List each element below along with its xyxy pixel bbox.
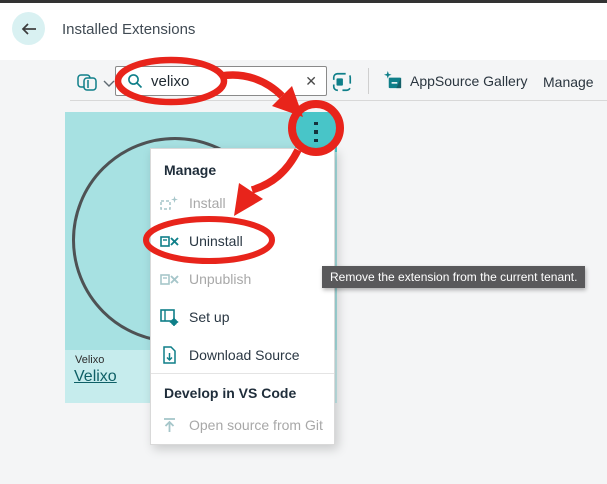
card-ellipsis-button[interactable] [295, 112, 337, 152]
appsource-gallery-button[interactable]: AppSource Gallery [384, 71, 528, 90]
menu-item-uninstall[interactable]: Uninstall [160, 231, 243, 251]
appsource-gallery-label: AppSource Gallery [410, 73, 528, 89]
search-input[interactable] [151, 73, 291, 90]
focus-mode-button[interactable] [329, 69, 354, 94]
menu-section-manage: Manage [164, 162, 216, 178]
menu-item-label: Uninstall [189, 233, 243, 249]
extension-name-link[interactable]: Velixo [74, 368, 117, 386]
toolbar-separator [368, 68, 369, 94]
toolbar-divider [70, 100, 607, 101]
view-selector-button[interactable] [76, 73, 115, 93]
menu-item-label: Unpublish [189, 271, 251, 287]
page-title: Installed Extensions [62, 21, 195, 38]
menu-item-open-source-from-git: Open source from Git [160, 415, 323, 435]
clear-search-icon[interactable]: ✕ [305, 73, 317, 90]
uninstall-tooltip: Remove the extension from the current te… [322, 266, 585, 288]
publisher-label: Velixo [75, 354, 104, 366]
card-context-menu: Manage Install Uninstall [150, 148, 335, 445]
menu-separator [151, 373, 334, 374]
chevron-down-icon [103, 80, 115, 87]
menu-item-unpublish: Unpublish [160, 269, 251, 289]
back-button[interactable] [12, 12, 45, 45]
unpublish-icon [160, 271, 179, 287]
back-arrow-icon [19, 20, 39, 38]
set-up-icon [160, 309, 179, 326]
menu-item-label: Set up [189, 309, 229, 325]
appsource-icon [384, 71, 403, 90]
focus-mode-icon [331, 71, 353, 93]
manage-menu-button[interactable]: Manage [543, 74, 594, 90]
menu-section-develop: Develop in VS Code [164, 385, 296, 401]
views-icon [76, 73, 100, 93]
install-icon [160, 195, 179, 211]
menu-item-install: Install [160, 193, 226, 213]
menu-item-set-up[interactable]: Set up [160, 307, 229, 327]
search-box[interactable]: ✕ [115, 66, 327, 96]
menu-item-label: Open source from Git [189, 417, 323, 433]
download-source-icon [160, 346, 179, 364]
uninstall-icon [160, 233, 179, 249]
installed-extensions-page: Installed Extensions ✕ [0, 0, 607, 484]
menu-item-label: Download Source [189, 347, 300, 363]
menu-item-download-source[interactable]: Download Source [160, 345, 300, 365]
menu-item-label: Install [189, 195, 226, 211]
git-upload-icon [160, 417, 179, 433]
search-icon [127, 73, 143, 89]
